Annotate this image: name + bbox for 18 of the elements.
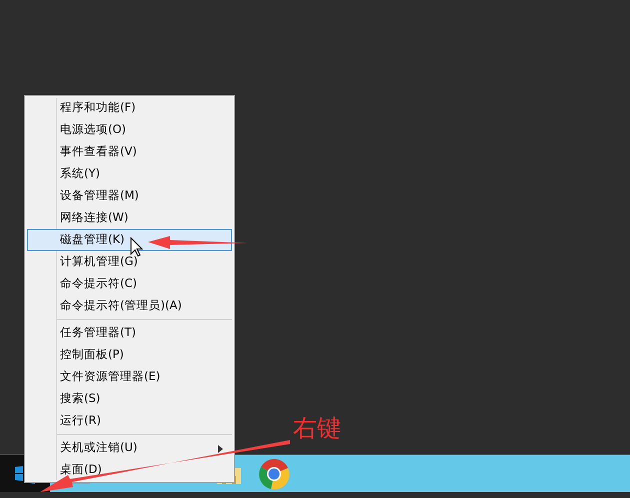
menu-item[interactable]: 文件资源管理器(E) (27, 366, 232, 388)
menu-item[interactable]: 电源选项(O) (27, 119, 232, 141)
menu-item[interactable]: 设备管理器(M) (27, 185, 232, 207)
menu-item[interactable]: 磁盘管理(K) (27, 229, 232, 251)
menu-item[interactable]: 计算机管理(G) (27, 251, 232, 273)
menu-item[interactable]: 关机或注销(U) (27, 437, 232, 459)
menu-item[interactable]: 桌面(D) (27, 459, 232, 481)
menu-item[interactable]: 程序和功能(F) (27, 97, 232, 119)
menu-item[interactable]: 事件查看器(V) (27, 141, 232, 163)
menu-item[interactable]: 运行(R) (27, 410, 232, 432)
menu-item[interactable]: 任务管理器(T) (27, 322, 232, 344)
menu-item[interactable]: 控制面板(P) (27, 344, 232, 366)
menu-item[interactable]: 命令提示符(管理员)(A) (27, 295, 232, 317)
menu-item[interactable]: 系统(Y) (27, 163, 232, 185)
menu-item[interactable]: 网络连接(W) (27, 207, 232, 229)
menu-item[interactable]: 搜索(S) (27, 388, 232, 410)
menu-item[interactable]: 命令提示符(C) (27, 273, 232, 295)
annotation-label: 右键 (293, 415, 341, 442)
